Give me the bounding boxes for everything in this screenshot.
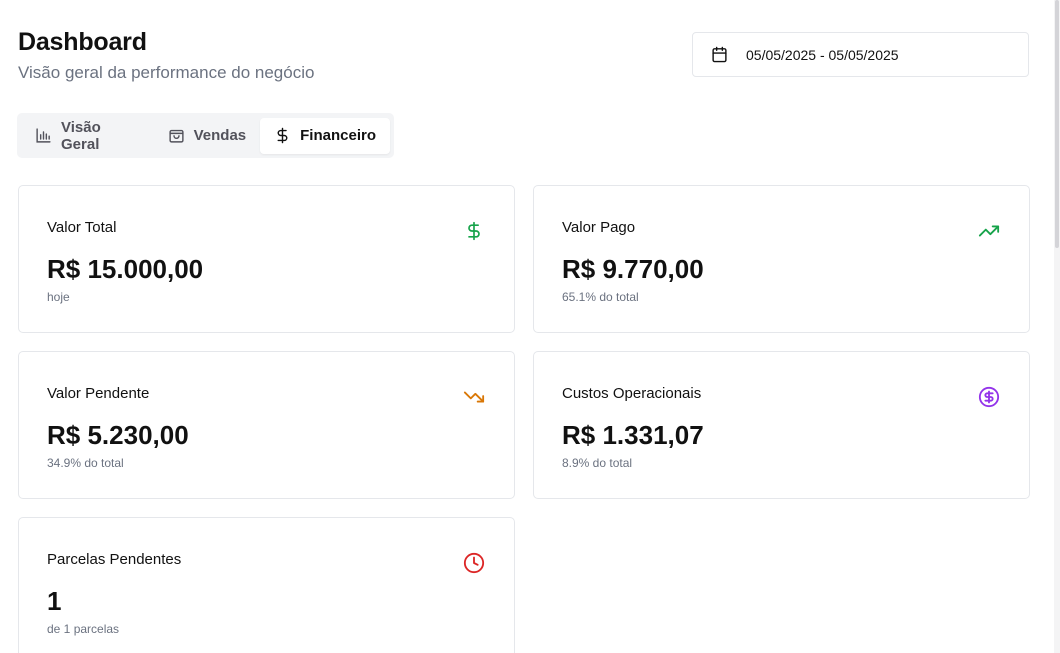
calendar-icon [712, 46, 727, 63]
scrollbar-thumb[interactable] [1055, 0, 1059, 248]
dashboard-page: Dashboard Visão geral da performance do … [0, 0, 1060, 653]
trending-down-icon [462, 385, 486, 409]
card-value: R$ 5.230,00 [47, 420, 189, 450]
card-label: Parcelas Pendentes [47, 551, 182, 568]
card-parcelas-pendentes: Parcelas Pendentes 1 de 1 parcelas [18, 517, 515, 653]
card-valor-total: Valor Total R$ 15.000,00 hoje [18, 185, 515, 333]
tab-financeiro[interactable]: Financeiro [260, 117, 390, 154]
dollar-icon [277, 127, 288, 144]
card-subtext: hoje [47, 290, 70, 304]
card-value: R$ 1.331,07 [562, 420, 704, 450]
shopping-bag-icon [169, 129, 184, 143]
page-title: Dashboard [18, 28, 147, 56]
card-subtext: 34.9% do total [47, 456, 124, 470]
card-label: Valor Pendente [47, 385, 150, 402]
card-subtext: 8.9% do total [562, 456, 633, 470]
card-valor-pago: Valor Pago R$ 9.770,00 65.1% do total [533, 185, 1030, 333]
card-custos-operacionais: Custos Operacionais R$ 1.331,07 8.9% do … [533, 351, 1030, 499]
page-scrollbar[interactable] [1054, 0, 1060, 653]
card-subtext: de 1 parcelas [47, 622, 120, 636]
card-subtext: 65.1% do total [562, 290, 639, 304]
bar-chart-icon [36, 128, 51, 143]
card-value: 1 [47, 586, 62, 616]
card-label: Valor Pago [562, 219, 636, 236]
tab-vendas[interactable]: Vendas [154, 118, 261, 154]
tab-label: Visão Geral [61, 118, 101, 153]
card-value: R$ 9.770,00 [562, 254, 704, 284]
card-valor-pendente: Valor Pendente R$ 5.230,00 34.9% do tota… [18, 351, 515, 499]
date-range-picker[interactable]: 05/05/2025 - 05/05/2025 [692, 32, 1029, 77]
page-subtitle: Visão geral da performance do negócio [18, 63, 315, 82]
clock-icon [462, 551, 486, 575]
trending-up-icon [977, 219, 1001, 243]
tab-list: Visão Geral Vendas Financeiro [17, 113, 394, 158]
tab-label: Vendas [193, 127, 247, 144]
dollar-icon [462, 219, 486, 243]
circle-dollar-icon [977, 385, 1001, 409]
tab-label: Financeiro [300, 127, 376, 144]
card-label: Custos Operacionais [562, 385, 702, 402]
tab-visao-geral[interactable]: Visão Geral [21, 118, 154, 154]
card-label: Valor Total [47, 219, 117, 236]
card-value: R$ 15.000,00 [47, 254, 204, 284]
date-range-value: 05/05/2025 - 05/05/2025 [746, 46, 899, 63]
